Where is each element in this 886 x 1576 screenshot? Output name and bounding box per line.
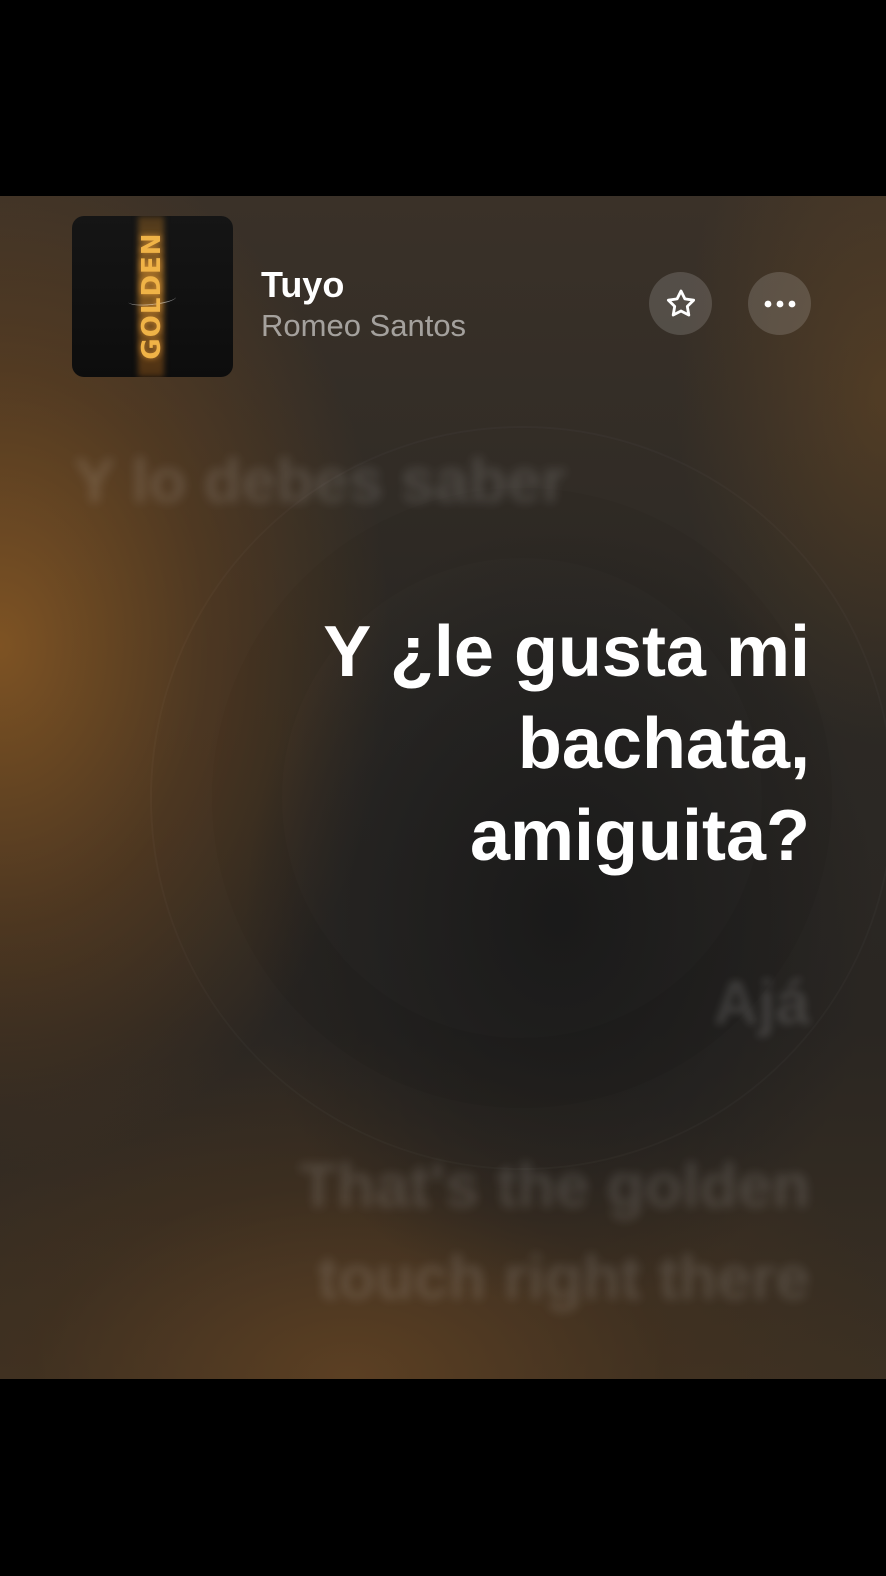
more-options-button[interactable] (748, 272, 811, 335)
now-playing-header: GOLDEN Tuyo Romeo Santos (72, 216, 814, 377)
song-artist[interactable]: Romeo Santos (261, 308, 466, 344)
lyrics-view[interactable]: GOLDEN Tuyo Romeo Santos Y lo debes sabe… (0, 196, 886, 1379)
lyric-current-part: bachata, (517, 704, 810, 784)
lyric-current-part: amiguita? (469, 796, 810, 876)
album-art[interactable]: GOLDEN (72, 216, 233, 377)
lyric-line-current[interactable]: Y ¿le gusta mi bachata, amiguita? (323, 606, 810, 882)
song-title[interactable]: Tuyo (261, 264, 344, 306)
favorite-button[interactable] (649, 272, 712, 335)
lyric-following-part: That's the golden (299, 1152, 810, 1221)
phone-frame: GOLDEN Tuyo Romeo Santos Y lo debes sabe… (0, 0, 886, 1576)
lyric-current-part: Y ¿le gusta mi (323, 612, 810, 692)
ellipsis-icon (764, 300, 795, 307)
lyric-line-previous[interactable]: Y lo debes saber (74, 446, 566, 517)
album-art-title: GOLDEN (137, 232, 167, 360)
lyric-following-part: touch right there (317, 1244, 810, 1313)
star-outline-icon (666, 289, 695, 316)
lyric-line-following[interactable]: That's the golden touch right there (299, 1141, 810, 1325)
lyric-line-next[interactable]: Ajá (714, 968, 810, 1039)
